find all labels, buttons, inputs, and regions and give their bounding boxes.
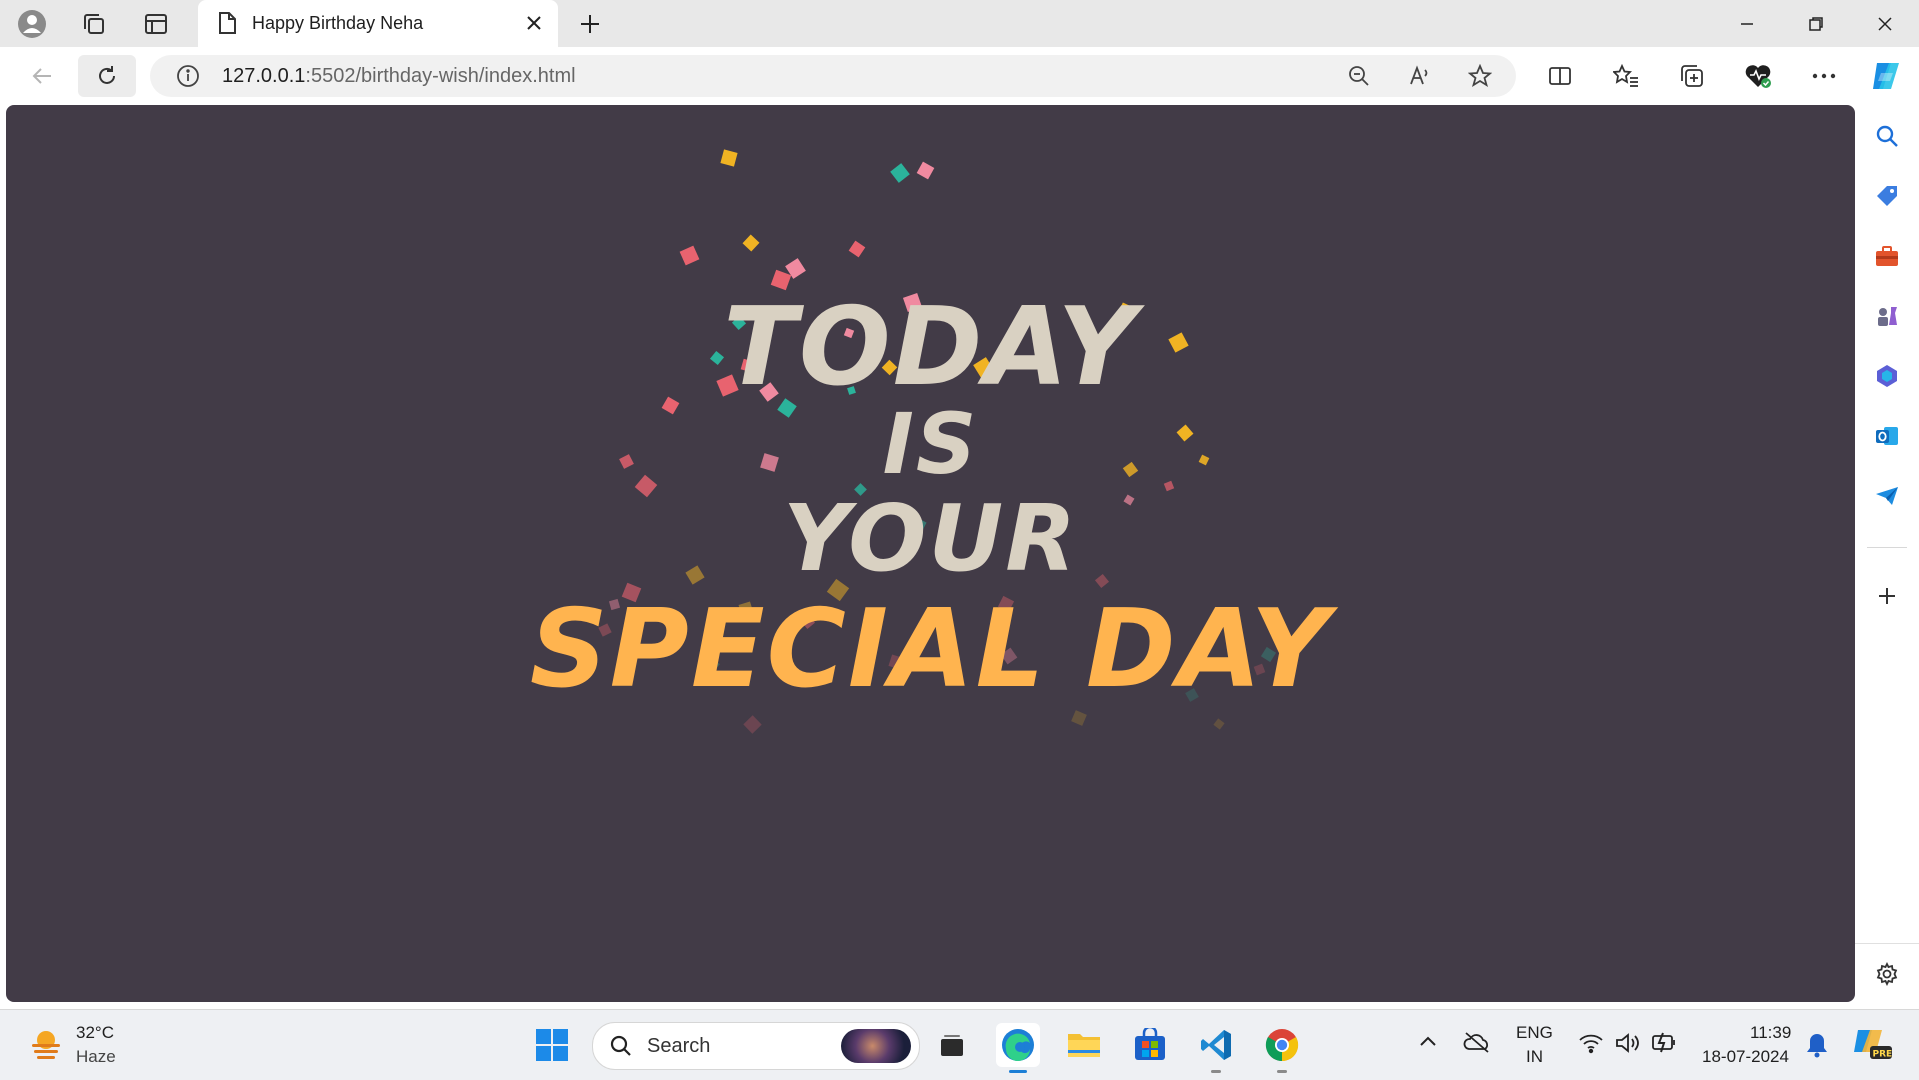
outlook-icon[interactable] <box>1871 420 1903 452</box>
games-chess-icon[interactable] <box>1871 300 1903 332</box>
zoom-out-icon[interactable] <box>1344 61 1374 91</box>
tab-active[interactable]: Happy Birthday Neha <box>198 0 558 47</box>
close-tab-icon[interactable] <box>520 9 548 37</box>
task-view-icon[interactable] <box>930 1023 974 1067</box>
new-tab-button[interactable] <box>574 8 606 40</box>
send-telegram-icon[interactable] <box>1871 480 1903 512</box>
sidebar-settings-icon[interactable] <box>1871 958 1903 990</box>
weather-haze-icon[interactable] <box>28 1026 64 1067</box>
url-host: 127.0.0.1 <box>222 65 306 87</box>
sidebar-bottom-divider <box>1855 943 1919 944</box>
headline-today: TODAY <box>723 285 1138 410</box>
tab-strip: Happy Birthday Neha <box>0 0 1919 47</box>
back-button[interactable] <box>22 56 62 96</box>
confetti-piece <box>890 163 910 183</box>
vscode-running-indicator <box>1211 1070 1221 1073</box>
headline-your: YOUR <box>782 485 1079 592</box>
more-options-icon[interactable] <box>1804 56 1844 96</box>
wifi-icon[interactable] <box>1578 1032 1604 1059</box>
taskbar-search-box[interactable]: Search <box>592 1022 920 1070</box>
page-file-icon <box>216 11 238 40</box>
clock-date[interactable]: 18-07-2024 <box>1702 1047 1789 1067</box>
microsoft-365-icon[interactable] <box>1871 360 1903 392</box>
search-highlight-image <box>841 1029 911 1063</box>
copilot-preview-icon[interactable]: PRE <box>1852 1026 1892 1067</box>
vscode-icon[interactable] <box>1194 1023 1238 1073</box>
page-viewport: TODAY IS YOUR SPECIAL DAY <box>6 105 1855 1002</box>
confetti-piece <box>743 715 762 734</box>
notification-bell-icon[interactable] <box>1806 1032 1828 1063</box>
language-code[interactable]: ENG <box>1516 1023 1553 1043</box>
profile-icon[interactable] <box>16 8 48 40</box>
shopping-tag-icon[interactable] <box>1871 180 1903 212</box>
chrome-running-indicator <box>1277 1070 1287 1073</box>
battery-charging-icon[interactable] <box>1650 1030 1678 1059</box>
headline-special-day: SPECIAL DAY <box>529 587 1332 712</box>
sidebar-divider <box>1867 547 1907 548</box>
weather-temperature[interactable]: 32°C <box>76 1023 114 1043</box>
read-aloud-icon[interactable] <box>1405 61 1435 91</box>
workspaces-icon[interactable] <box>78 8 110 40</box>
search-icon <box>609 1034 633 1063</box>
favorite-star-icon[interactable] <box>1465 61 1495 91</box>
confetti-piece <box>742 234 760 252</box>
refresh-button[interactable] <box>78 55 136 97</box>
edge-sidebar <box>1855 105 1919 1002</box>
favorites-icon[interactable] <box>1606 56 1646 96</box>
confetti-piece <box>679 245 700 266</box>
confetti-piece <box>1213 718 1225 730</box>
sidebar-search-icon[interactable] <box>1871 120 1903 152</box>
taskbar-edge-icon[interactable] <box>996 1023 1040 1073</box>
onedrive-offline-icon[interactable] <box>1462 1030 1492 1059</box>
confetti-piece <box>720 149 738 167</box>
microsoft-store-icon[interactable] <box>1128 1023 1172 1067</box>
minimize-button[interactable] <box>1714 0 1780 47</box>
site-info-icon[interactable] <box>176 64 200 93</box>
language-region[interactable]: IN <box>1526 1047 1543 1067</box>
file-explorer-icon[interactable] <box>1062 1023 1106 1067</box>
url-text[interactable]: 127.0.0.1:5502/birthday-wish/index.html <box>222 65 576 88</box>
show-hidden-icons-chevron-icon[interactable] <box>1418 1034 1438 1053</box>
tab-actions-icon[interactable] <box>140 8 172 40</box>
tab-title: Happy Birthday Neha <box>252 13 424 33</box>
confetti-piece <box>916 161 935 180</box>
svg-text:PRE: PRE <box>1873 1050 1893 1060</box>
add-sidebar-app-icon[interactable] <box>1871 580 1903 612</box>
collections-icon[interactable] <box>1672 56 1712 96</box>
windows-start-icon[interactable] <box>530 1023 574 1067</box>
clock-time[interactable]: 11:39 <box>1750 1023 1791 1043</box>
headline-is: IS <box>882 395 979 493</box>
weather-condition[interactable]: Haze <box>76 1047 116 1067</box>
volume-icon[interactable] <box>1614 1032 1642 1059</box>
windows-taskbar: 32°C Haze Search ENG IN 11:39 18-07-2024… <box>0 1009 1919 1080</box>
close-window-button[interactable] <box>1852 0 1918 47</box>
confetti-piece <box>1071 710 1087 726</box>
tools-briefcase-icon[interactable] <box>1871 240 1903 272</box>
edge-active-indicator <box>1009 1070 1027 1073</box>
split-screen-icon[interactable] <box>1540 56 1580 96</box>
address-bar[interactable]: 127.0.0.1:5502/birthday-wish/index.html <box>150 55 1516 97</box>
restore-button[interactable] <box>1783 0 1849 47</box>
search-label: Search <box>647 1035 711 1057</box>
browser-essentials-icon[interactable] <box>1738 56 1778 96</box>
url-path: :5502/birthday-wish/index.html <box>305 65 576 87</box>
confetti-piece <box>848 240 866 258</box>
chrome-icon[interactable] <box>1260 1023 1304 1073</box>
browser-toolbar: 127.0.0.1:5502/birthday-wish/index.html <box>0 47 1919 105</box>
copilot-icon[interactable] <box>1866 56 1906 96</box>
